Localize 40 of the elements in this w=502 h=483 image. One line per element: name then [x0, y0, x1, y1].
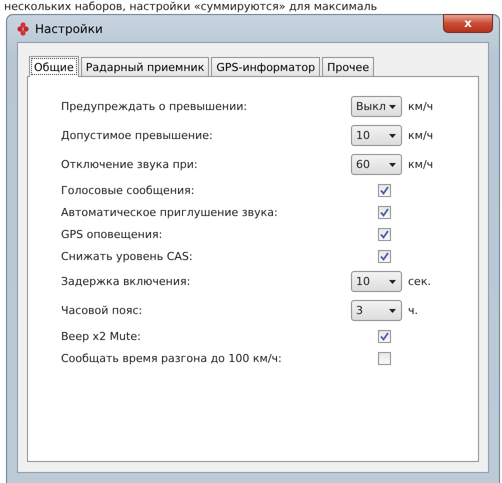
- close-button[interactable]: x: [443, 14, 493, 33]
- dropdown[interactable]: 3: [351, 300, 402, 321]
- setting-label: Сообщать время разгона до 100 км/ч:: [61, 352, 283, 364]
- tab[interactable]: Прочее: [322, 57, 374, 76]
- unit-label: км/ч: [408, 100, 434, 113]
- setting-label: Отключение звука при:: [61, 158, 199, 171]
- setting-label: Задержка включения:: [61, 275, 192, 288]
- checkbox[interactable]: [378, 206, 391, 218]
- unit-label: км/ч: [408, 129, 434, 142]
- checkbox[interactable]: [378, 352, 391, 364]
- caret-icon: [389, 104, 396, 108]
- tab[interactable]: Радарный приемник: [80, 57, 210, 76]
- checkbox[interactable]: [378, 330, 391, 342]
- caret-icon: [389, 280, 396, 284]
- window-title: Настройки: [35, 22, 103, 36]
- setting-label: Автоматическое приглушение звука:: [61, 206, 279, 218]
- setting-label: Голосовые сообщения:: [61, 184, 196, 196]
- setting-label: Снижать уровень CAS:: [61, 250, 194, 262]
- unit-label: км/ч: [408, 158, 434, 171]
- caret-icon: [389, 308, 396, 312]
- caret-icon: [389, 162, 396, 166]
- setting-label: Предупреждать о превышении:: [61, 100, 248, 113]
- checkbox[interactable]: [378, 184, 391, 196]
- setting-label: Beep x2 Mute:: [61, 330, 142, 342]
- app-icon: [17, 22, 29, 36]
- setting-label: GPS оповещения:: [61, 228, 164, 240]
- unit-label: ч.: [408, 304, 418, 317]
- tab[interactable]: GPS-информатор: [211, 57, 320, 76]
- unit-label: сек.: [408, 275, 431, 288]
- checkbox[interactable]: [378, 228, 391, 240]
- dropdown[interactable]: 10: [351, 125, 402, 146]
- page-text: нескольких наборов, настройки «суммируются» для максималь: [3, 0, 378, 14]
- setting-label: Допустимое превышение:: [61, 129, 214, 142]
- setting-label: Часовой пояс:: [61, 304, 144, 317]
- dropdown[interactable]: 60: [351, 154, 402, 175]
- tab[interactable]: Общие: [29, 56, 79, 77]
- dropdown[interactable]: 10: [351, 271, 402, 292]
- checkbox[interactable]: [378, 250, 391, 262]
- caret-icon: [389, 134, 396, 138]
- dropdown[interactable]: Выкл: [351, 96, 402, 117]
